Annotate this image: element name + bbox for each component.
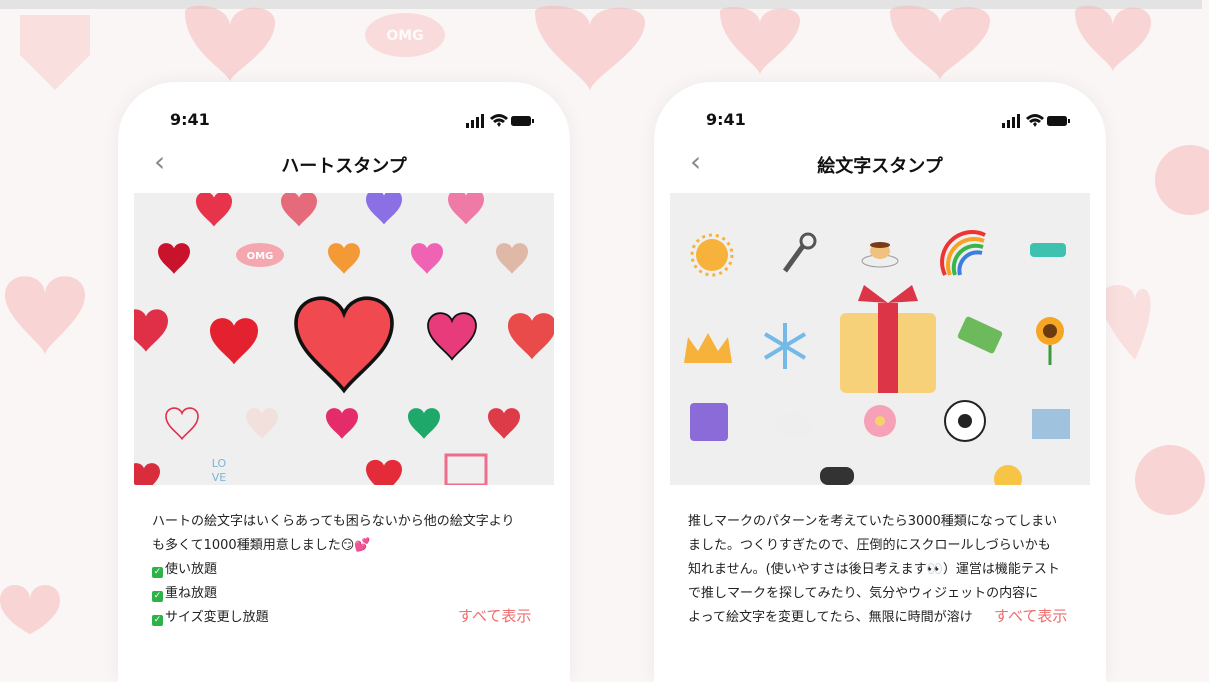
status-time: 9:41 bbox=[170, 110, 210, 129]
heart-stamp[interactable] bbox=[134, 193, 554, 485]
description-line: 推しマークのパターンを考えていたら3000種類になってしまい bbox=[688, 514, 1058, 529]
love-stamp-text-1: LO bbox=[212, 457, 227, 470]
feature-item: ✓ 使い放題 bbox=[152, 562, 218, 578]
heart-stamps-preview: OMG LO VE bbox=[134, 193, 554, 485]
navigation-bar: ‹ ハートスタンプ bbox=[118, 144, 570, 184]
description-line: ハートの絵文字はいくらあっても困らないから他の絵文字より bbox=[152, 514, 515, 529]
page-title: ハートスタンプ bbox=[281, 156, 407, 177]
wifi-icon bbox=[490, 114, 508, 127]
check-icon: ✓ bbox=[152, 591, 163, 602]
phone-emoji-stamp: 9:41 ‹ 絵文字スタンプ 推しマークのパターンを考えていたら3000種類にな… bbox=[654, 82, 1106, 682]
battery-icon bbox=[511, 116, 534, 126]
description-line: ました。つくりすぎたので、圧倒的にスクロールしづらいかも bbox=[688, 538, 1051, 553]
emoji-stamp[interactable] bbox=[684, 230, 1070, 485]
check-icon: ✓ bbox=[152, 567, 163, 578]
battery-icon bbox=[1047, 116, 1070, 126]
status-bar: 9:41 bbox=[654, 110, 1106, 134]
page-title: 絵文字スタンプ bbox=[817, 156, 943, 177]
heart-stamp-grid[interactable]: OMG LO VE bbox=[134, 193, 554, 485]
love-stamp-text-2: VE bbox=[212, 471, 227, 484]
wifi-icon bbox=[1026, 114, 1044, 127]
description-line: 知れません。(使いやすさは後日考えます👀）運営は機能テスト bbox=[688, 562, 1060, 577]
status-time: 9:41 bbox=[706, 110, 746, 129]
status-bar: 9:41 bbox=[118, 110, 570, 134]
feature-item: ✓ 重ね放題 bbox=[152, 586, 218, 602]
status-icons bbox=[1002, 114, 1070, 128]
show-all-link[interactable]: すべて表示 bbox=[994, 605, 1067, 626]
show-all-link[interactable]: すべて表示 bbox=[458, 605, 531, 626]
navigation-bar: ‹ 絵文字スタンプ bbox=[654, 144, 1106, 184]
phone-heart-stamp: 9:41 ‹ ハートスタンプ OMG LO VE ハートの絵文字はいくらあっても… bbox=[118, 82, 570, 682]
description-line: で推しマークを探してみたり、気分やウィジェットの内容に bbox=[688, 586, 1039, 601]
omg-stamp-text: OMG bbox=[247, 251, 274, 262]
signal-icon bbox=[1002, 114, 1020, 128]
background-omg-text: OMG bbox=[386, 28, 423, 44]
signal-icon bbox=[466, 114, 484, 128]
check-icon: ✓ bbox=[152, 615, 163, 626]
status-icons bbox=[466, 114, 534, 128]
text-fade bbox=[952, 652, 1012, 676]
emoji-stamps-preview bbox=[684, 230, 1070, 485]
emoji-stamp-grid[interactable] bbox=[670, 193, 1090, 485]
description-line: も多くて1000種類用意しました😏💕 bbox=[152, 538, 371, 553]
